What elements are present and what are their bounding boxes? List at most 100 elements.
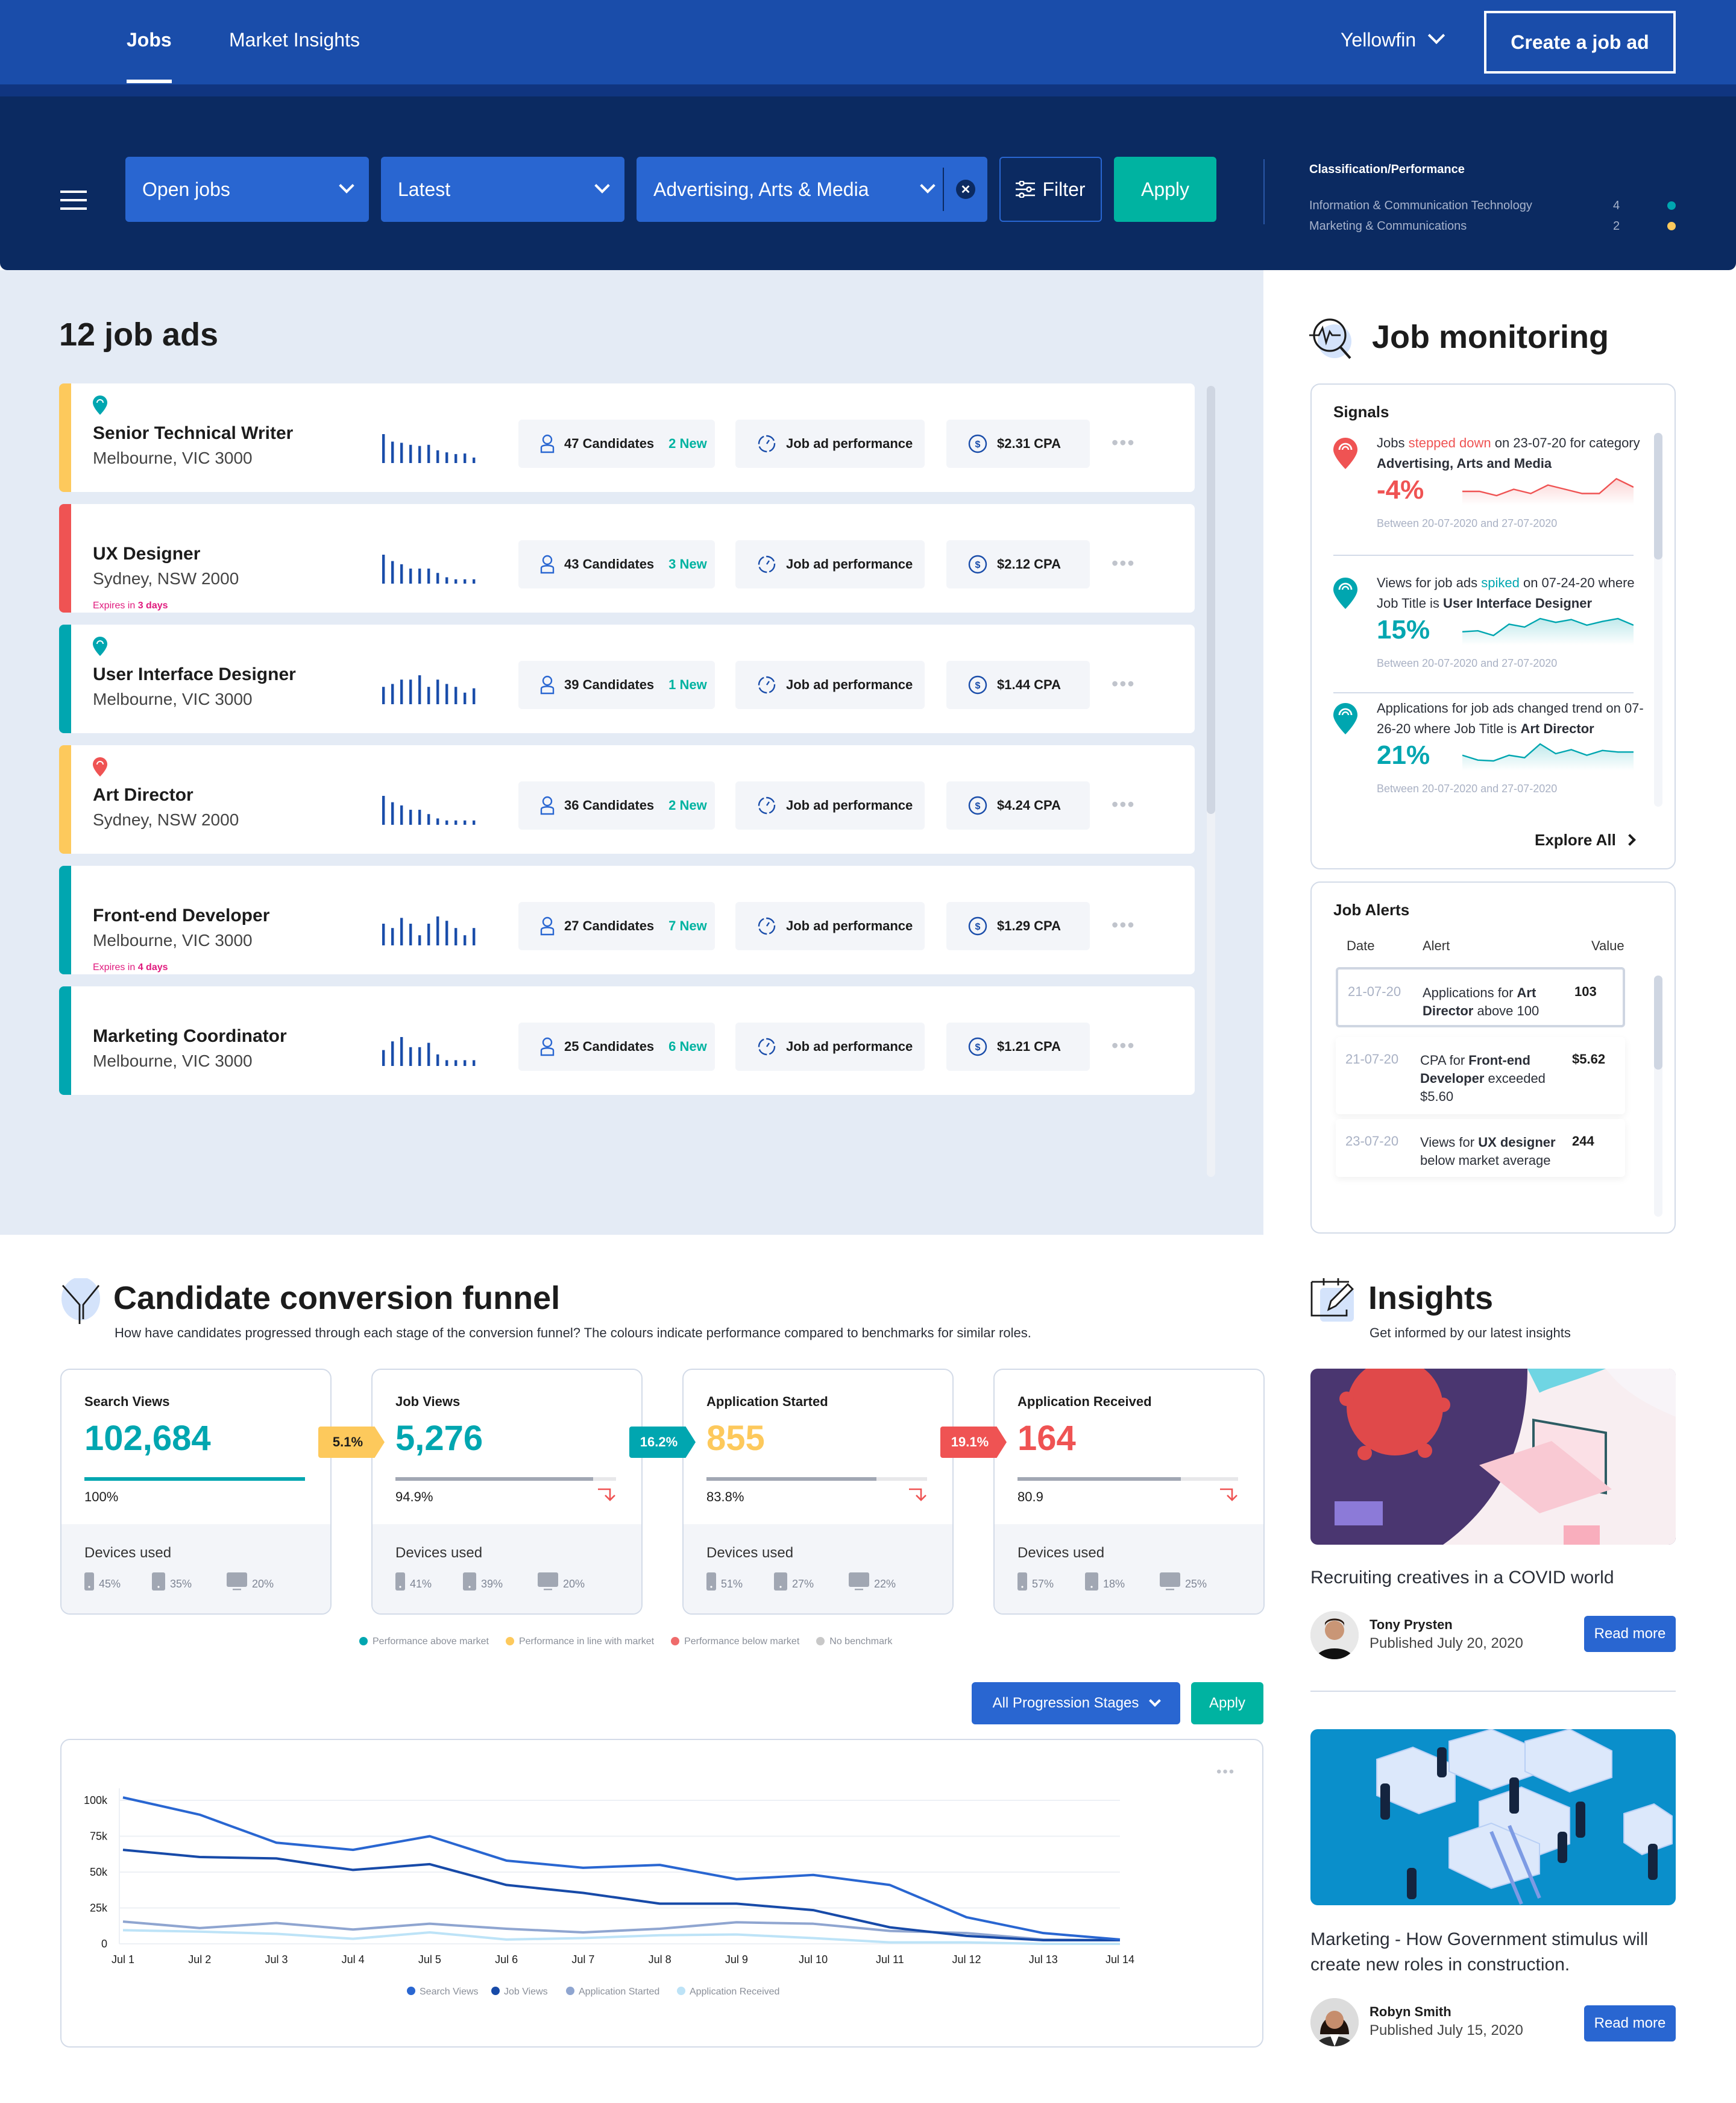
- signals-scrollbar[interactable]: [1654, 433, 1662, 807]
- candidates-button[interactable]: 36 Candidates 2 New: [518, 781, 715, 830]
- filter-button[interactable]: Filter: [999, 157, 1102, 222]
- spark-bar: [418, 569, 421, 584]
- job-list-scrollbar[interactable]: [1207, 386, 1215, 1177]
- signal-text: Jobs stepped down on 23-07-20 for catego…: [1377, 433, 1656, 474]
- progression-stage-select[interactable]: All Progression Stages: [972, 1682, 1180, 1724]
- signal-pin-icon: [1333, 438, 1357, 469]
- job-card[interactable]: Marketing Coordinator Melbourne, VIC 3000…: [59, 986, 1195, 1095]
- explore-all-link[interactable]: Explore All: [1535, 831, 1636, 850]
- x-tick-label: Jul 11: [876, 1953, 904, 1966]
- stage-percent: 83.8%: [706, 1489, 744, 1504]
- cpa-button[interactable]: $ $2.12 CPA: [946, 540, 1090, 588]
- candidate-count: 43 Candidates: [564, 556, 655, 572]
- sort-select[interactable]: Latest: [381, 157, 624, 222]
- chart-apply-button[interactable]: Apply: [1191, 1682, 1263, 1724]
- more-options-icon[interactable]: •••: [1112, 673, 1136, 695]
- spark-bar: [391, 684, 394, 704]
- status-select[interactable]: Open jobs: [125, 157, 369, 222]
- svg-text:$: $: [975, 440, 981, 450]
- signal-subject: User Interface Designer: [1443, 596, 1593, 611]
- spark-bar: [436, 818, 439, 825]
- read-more-button[interactable]: Read more: [1584, 1616, 1676, 1652]
- article-title[interactable]: Marketing - How Government stimulus will…: [1310, 1927, 1678, 1978]
- cpa-button[interactable]: $ $1.21 CPA: [946, 1023, 1090, 1071]
- job-ad-performance-button[interactable]: Job ad performance: [735, 420, 925, 468]
- scrollbar-thumb[interactable]: [1654, 433, 1662, 560]
- candidates-button[interactable]: 25 Candidates 6 New: [518, 1023, 715, 1071]
- job-ad-performance-button[interactable]: Job ad performance: [735, 902, 925, 950]
- signal-item[interactable]: Jobs stepped down on 23-07-20 for catego…: [1333, 433, 1640, 541]
- job-title[interactable]: Marketing Coordinator: [93, 1026, 287, 1047]
- job-card[interactable]: UX Designer Sydney, NSW 2000 Expires in 3 …: [59, 504, 1195, 613]
- alert-row[interactable]: 23-07-20 Views for UX designer below mark…: [1336, 1119, 1625, 1177]
- apply-button[interactable]: Apply: [1114, 157, 1216, 222]
- alert-row[interactable]: 21-07-20 CPA for Front-end Developer exce…: [1336, 1037, 1625, 1114]
- spark-bar: [454, 579, 458, 584]
- job-title[interactable]: Front-end Developer: [93, 906, 269, 926]
- tab-market-insights[interactable]: Market Insights: [229, 29, 360, 51]
- job-ad-performance-button[interactable]: Job ad performance: [735, 661, 925, 709]
- job-title[interactable]: User Interface Designer: [93, 664, 296, 685]
- spark-bar: [464, 579, 467, 584]
- signal-item[interactable]: Applications for job ads changed trend o…: [1333, 698, 1644, 807]
- more-options-icon[interactable]: •••: [1112, 432, 1136, 454]
- article-image[interactable]: [1310, 1369, 1676, 1545]
- create-job-ad-button[interactable]: Create a job ad: [1484, 11, 1676, 74]
- cpa-button[interactable]: $ $1.29 CPA: [946, 902, 1090, 950]
- job-card[interactable]: Senior Technical Writer Melbourne, VIC 30…: [59, 383, 1195, 492]
- y-tick-label: 75k: [90, 1830, 108, 1843]
- spark-bar: [418, 935, 421, 945]
- job-ad-performance-button[interactable]: Job ad performance: [735, 1023, 925, 1071]
- alert-row[interactable]: 21-07-20 Applications for Art Director ab…: [1336, 967, 1625, 1027]
- job-title[interactable]: Art Director: [93, 785, 193, 806]
- candidate-count: 39 Candidates: [564, 677, 655, 692]
- status-dot: [1667, 201, 1676, 210]
- job-card[interactable]: User Interface Designer Melbourne, VIC 30…: [59, 625, 1195, 733]
- more-options-icon[interactable]: •••: [1112, 552, 1136, 575]
- alerts-scrollbar[interactable]: [1654, 976, 1662, 1217]
- device-percent: 39%: [481, 1578, 503, 1590]
- job-card[interactable]: Front-end Developer Melbourne, VIC 3000 Ex…: [59, 866, 1195, 974]
- job-title[interactable]: Senior Technical Writer: [93, 423, 293, 444]
- article-image[interactable]: [1310, 1729, 1676, 1905]
- device-percent: 51%: [721, 1578, 743, 1590]
- x-tick-label: Jul 10: [799, 1953, 828, 1966]
- candidates-button[interactable]: 47 Candidates 2 New: [518, 420, 715, 468]
- scrollbar-thumb[interactable]: [1654, 976, 1662, 1070]
- cpa-button[interactable]: $ $2.31 CPA: [946, 420, 1090, 468]
- category-select[interactable]: Advertising, Arts & Media ✕: [637, 157, 987, 222]
- tab-jobs[interactable]: Jobs: [127, 29, 172, 82]
- read-more-button[interactable]: Read more: [1584, 2005, 1676, 2042]
- spark-bar: [391, 802, 394, 825]
- stage-progress-bar: [84, 1477, 305, 1481]
- signal-subject: Advertising, Arts and Media: [1377, 456, 1552, 471]
- candidates-button[interactable]: 27 Candidates 7 New: [518, 902, 715, 950]
- column-header-alert: Alert: [1423, 938, 1450, 953]
- construction-illustration: [1376, 1729, 1673, 1905]
- account-menu[interactable]: Yellowfin: [1341, 27, 1445, 51]
- more-options-icon[interactable]: •••: [1112, 914, 1136, 936]
- job-title[interactable]: UX Designer: [93, 544, 200, 564]
- candidates-button[interactable]: 43 Candidates 3 New: [518, 540, 715, 588]
- classification-row: Marketing & Communications 2: [1309, 219, 1683, 233]
- more-options-icon[interactable]: •••: [1112, 793, 1136, 816]
- svg-text:$: $: [975, 801, 981, 812]
- scrollbar-thumb[interactable]: [1207, 386, 1215, 814]
- candidates-button[interactable]: 39 Candidates 1 New: [518, 661, 715, 709]
- device-percent: 18%: [1103, 1578, 1125, 1590]
- clear-icon[interactable]: ✕: [956, 180, 975, 199]
- job-ad-performance-button[interactable]: Job ad performance: [735, 781, 925, 830]
- y-tick-label: 25k: [90, 1902, 108, 1914]
- article-title[interactable]: Recruiting creatives in a COVID world: [1310, 1565, 1678, 1591]
- cpa-button[interactable]: $ $4.24 CPA: [946, 781, 1090, 830]
- more-options-icon[interactable]: •••: [1112, 1035, 1136, 1057]
- job-card[interactable]: Art Director Sydney, NSW 2000 36 Candidate…: [59, 745, 1195, 854]
- x-tick-label: Jul 4: [342, 1953, 365, 1966]
- signal-item[interactable]: Views for job ads spiked on 07-24-20 whe…: [1333, 573, 1635, 681]
- funnel-legend: Performance above market Performance in l…: [359, 1636, 892, 1647]
- job-ad-performance-button[interactable]: Job ad performance: [735, 540, 925, 588]
- menu-icon[interactable]: [60, 191, 87, 210]
- stage-label: Job Views: [395, 1394, 461, 1409]
- chart-more-options-icon[interactable]: •••: [1216, 1764, 1235, 1780]
- cpa-button[interactable]: $ $1.44 CPA: [946, 661, 1090, 709]
